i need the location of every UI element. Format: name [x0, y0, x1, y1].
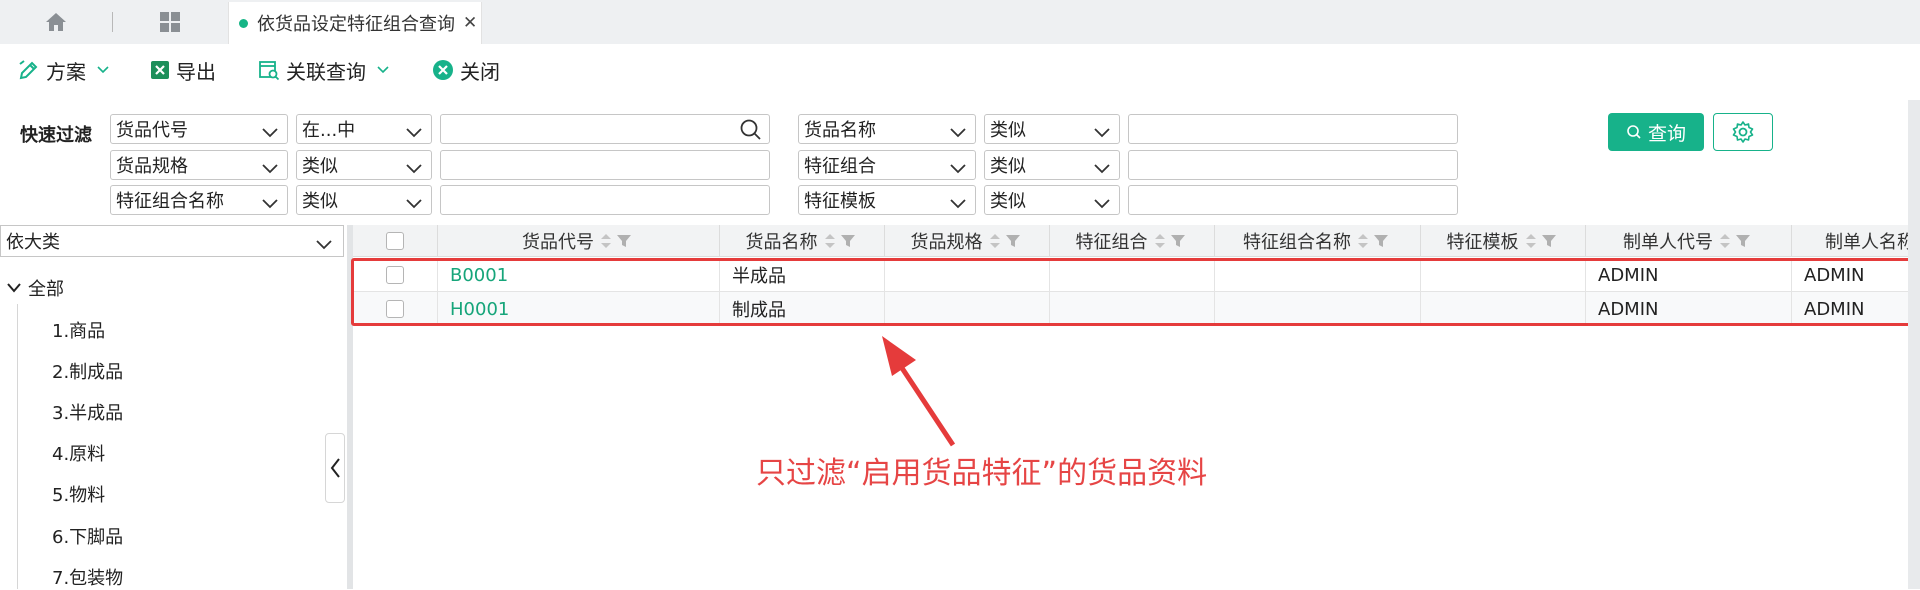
filter-op-select-4[interactable]: 类似: [984, 150, 1120, 180]
export-label: 导出: [176, 59, 216, 84]
chevron-down-icon: [96, 65, 110, 75]
filter-op-select-3[interactable]: 类似: [296, 150, 432, 180]
chevron-left-icon: [329, 457, 341, 479]
tree-item[interactable]: 2.制成品: [52, 358, 123, 384]
close-button[interactable]: 关闭: [432, 48, 500, 92]
select-all-cell: [353, 225, 438, 257]
tree-item[interactable]: 1.商品: [52, 317, 105, 343]
query-button[interactable]: 查询: [1608, 113, 1704, 151]
chevron-down-icon: [376, 65, 390, 75]
sort-filter-icon[interactable]: [1153, 232, 1189, 250]
select-all-checkbox[interactable]: [386, 232, 404, 250]
tree-item[interactable]: 7.包装物: [52, 564, 123, 590]
tree-item[interactable]: 5.物料: [52, 481, 105, 507]
category-select[interactable]: 依大类: [0, 225, 344, 257]
column-header-name[interactable]: 货品名称: [720, 225, 885, 257]
filter-value-input-4[interactable]: [1128, 150, 1458, 180]
chevron-down-icon: [261, 123, 279, 144]
tree-root-all[interactable]: 全部: [6, 275, 64, 301]
home-icon[interactable]: [36, 8, 76, 36]
column-header-combo[interactable]: 特征组合: [1050, 225, 1215, 257]
sort-filter-icon[interactable]: [1356, 232, 1392, 250]
column-header-creator-name[interactable]: 制单人名称: [1792, 225, 1913, 257]
column-header-combo-name[interactable]: 特征组合名称: [1215, 225, 1421, 257]
tab-label: 依货品设定特征组合查询: [257, 14, 455, 35]
filter-field-select-2[interactable]: 货品名称: [798, 114, 976, 144]
filter-settings-button[interactable]: [1713, 113, 1773, 151]
filter-op-select-2[interactable]: 类似: [984, 114, 1120, 144]
chevron-down-icon: [405, 194, 423, 215]
tab-bar: 依货品设定特征组合查询 ✕: [0, 0, 1920, 44]
export-button[interactable]: 导出: [150, 48, 216, 92]
chevron-down-icon: [261, 194, 279, 215]
chevron-down-icon: [315, 235, 333, 256]
scheme-button[interactable]: 方案: [18, 48, 110, 92]
column-header-creator-code[interactable]: 制单人代号: [1586, 225, 1792, 257]
tree-item[interactable]: 6.下脚品: [52, 523, 123, 549]
column-header-spec[interactable]: 货品规格: [885, 225, 1050, 257]
excel-icon: [150, 59, 170, 81]
filter-value-input-5[interactable]: [440, 185, 770, 215]
active-dot-icon: [239, 18, 248, 28]
filter-op-select-1[interactable]: 在...中: [296, 114, 432, 144]
sort-filter-icon[interactable]: [1524, 232, 1560, 250]
related-query-icon: [258, 59, 280, 81]
scheme-label: 方案: [46, 59, 86, 84]
apps-grid-icon[interactable]: [150, 8, 190, 36]
quick-filter-label: 快速过滤: [20, 125, 92, 146]
gear-icon: [1731, 120, 1755, 144]
collapse-panel-button[interactable]: [325, 433, 345, 503]
related-query-button[interactable]: 关联查询: [258, 48, 390, 92]
chevron-down-icon: [949, 159, 967, 180]
search-icon: [1626, 124, 1642, 140]
highlight-box: [351, 258, 1911, 326]
filter-field-select-4[interactable]: 特征组合: [798, 150, 976, 180]
query-label: 查询: [1647, 122, 1686, 145]
tab-feature-combo-query[interactable]: 依货品设定特征组合查询 ✕: [228, 2, 482, 44]
tab-separator: [112, 12, 113, 32]
column-header-template[interactable]: 特征模板: [1421, 225, 1586, 257]
edit-pencil-icon: [18, 59, 40, 81]
filter-value-input-6[interactable]: [1128, 185, 1458, 215]
tree-guide-line: [17, 304, 18, 589]
chevron-down-icon: [405, 123, 423, 144]
chevron-down-icon: [1093, 159, 1111, 180]
sort-filter-icon[interactable]: [1718, 232, 1754, 250]
filter-op-select-6[interactable]: 类似: [984, 185, 1120, 215]
chevron-down-icon: [6, 282, 22, 294]
annotation-text: 只过滤“启用货品特征”的货品资料: [756, 456, 1208, 491]
annotation-arrow-icon: [882, 336, 956, 447]
close-tab-icon[interactable]: ✕: [463, 13, 477, 33]
chevron-down-icon: [949, 123, 967, 144]
filter-field-select-1[interactable]: 货品代号: [110, 114, 288, 144]
tree-item[interactable]: 4.原料: [52, 440, 105, 466]
filter-op-select-5[interactable]: 类似: [296, 185, 432, 215]
filter-value-input-1[interactable]: [440, 114, 770, 144]
filter-value-input-3[interactable]: [440, 150, 770, 180]
related-query-label: 关联查询: [286, 59, 366, 84]
close-label: 关闭: [460, 59, 500, 84]
filter-field-select-5[interactable]: 特征组合名称: [110, 185, 288, 215]
tree-item[interactable]: 3.半成品: [52, 399, 123, 425]
filter-value-input-2[interactable]: [1128, 114, 1458, 144]
sort-filter-icon[interactable]: [988, 232, 1024, 250]
chevron-down-icon: [261, 159, 279, 180]
chevron-down-icon: [1093, 194, 1111, 215]
close-circle-icon: [432, 59, 454, 81]
vertical-scrollbar[interactable]: [1908, 100, 1920, 589]
grid-header: 货品代号 货品名称 货品规格 特征组合 特征组合名称 特征模板 制单人代号 制单…: [353, 225, 1913, 257]
sort-filter-icon[interactable]: [599, 232, 635, 250]
chevron-down-icon: [405, 159, 423, 180]
chevron-down-icon: [949, 194, 967, 215]
filter-field-select-3[interactable]: 货品规格: [110, 150, 288, 180]
toolbar: 方案 导出 关联查询 关闭: [0, 48, 1920, 92]
column-header-code[interactable]: 货品代号: [438, 225, 720, 257]
chevron-down-icon: [1093, 123, 1111, 144]
sort-filter-icon[interactable]: [823, 232, 859, 250]
search-icon[interactable]: [739, 118, 763, 147]
filter-field-select-6[interactable]: 特征模板: [798, 185, 976, 215]
